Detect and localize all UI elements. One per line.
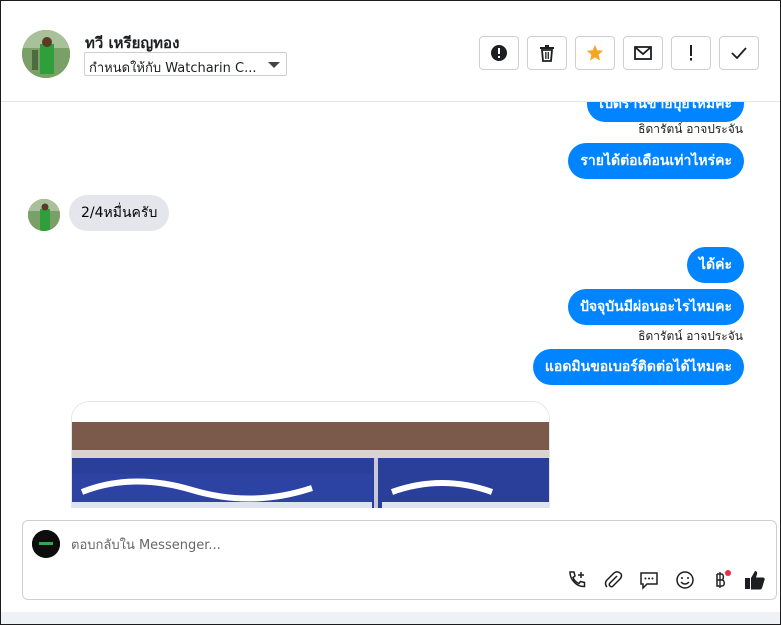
contact-avatar[interactable] [22,30,70,78]
message-thread[interactable]: เปิดร้านขายบุ๊ยไหมคะ ธิดารัตน์ อาจประจัน… [1,102,780,508]
assign-to-dropdown[interactable]: กำหนดให้กับ Watcharin C... [84,52,287,76]
follow-up-button[interactable] [671,36,711,70]
sender-name: ธิดารัตน์ อาจประจัน [638,329,743,343]
chat-icon [640,572,658,590]
star-button[interactable] [575,36,615,70]
outgoing-message: ได้ค่ะ [686,247,744,283]
mark-done-button[interactable] [719,36,759,70]
incoming-message: 2/4หมื่นครับ [69,195,170,231]
outgoing-message: เปิดร้านขายบุ๊ยไหมคะ [587,102,744,122]
alert-circle-icon [491,45,507,61]
exclamation-icon [690,45,692,61]
smiley-icon [676,571,694,589]
contact-avatar-small [28,199,60,231]
conversation-header: ทวี เหรียญทอง กำหนดให้กับ Watcharin C... [1,1,780,102]
reply-input[interactable] [71,533,571,557]
saved-replies-button[interactable] [638,569,660,591]
paperclip-icon [604,571,623,588]
outgoing-message: ปัจจุบันมีผ่อนอะไรไหมคะ [567,289,744,325]
call-button[interactable] [566,569,588,591]
outgoing-message: แอดมินขอเบอร์ติดต่อได้ไหมคะ [532,349,744,385]
notification-dot [725,570,731,576]
star-icon [586,44,604,61]
caret-down-icon [268,62,280,68]
mark-spam-button[interactable] [479,36,519,70]
sender-name: ธิดารัตน์ อาจประจัน [638,122,743,136]
window-bottom-edge [1,612,780,624]
check-icon [731,47,747,59]
assign-to-label: กำหนดให้กับ Watcharin C... [89,61,257,76]
mark-unread-button[interactable] [623,36,663,70]
trash-icon [540,45,554,62]
envelope-icon [634,46,652,60]
reply-composer [22,520,777,600]
emoji-button[interactable] [674,569,696,591]
page-avatar [32,530,60,558]
like-button[interactable] [744,569,766,591]
phone-add-icon [569,571,586,588]
baht-icon [716,570,731,588]
thumbs-up-icon [745,571,765,590]
payment-button[interactable] [710,569,732,591]
delete-button[interactable] [527,36,567,70]
attach-button[interactable] [602,569,624,591]
messenger-conversation-window: ทวี เหรียญทอง กำหนดให้กับ Watcharin C... [0,0,781,625]
image-attachment[interactable] [71,401,550,508]
outgoing-message: รายได้ต่อเดือนเท่าไหร่คะ [568,143,744,179]
